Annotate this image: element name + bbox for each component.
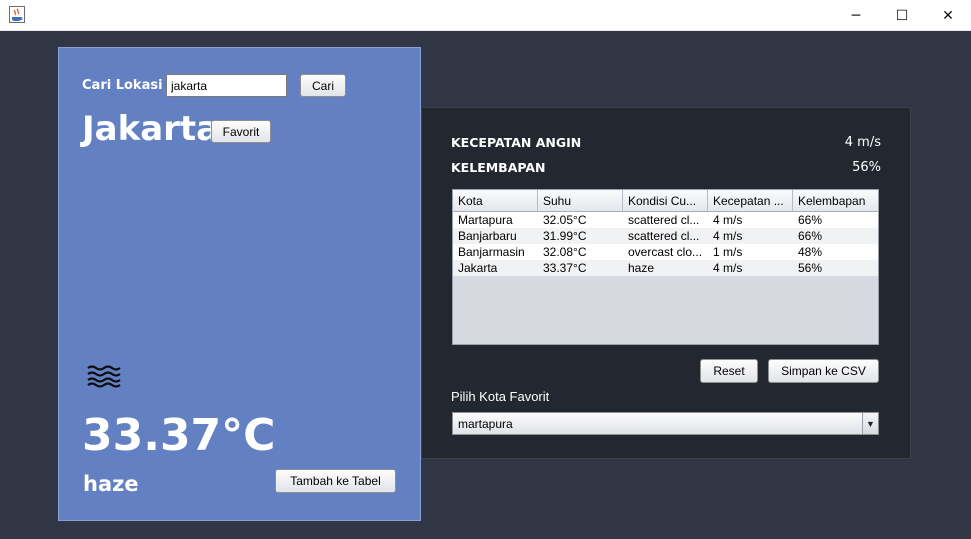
table-cell: 66% bbox=[798, 213, 823, 227]
table-row[interactable]: Jakarta 33.37°C haze 4 m/s 56% bbox=[453, 260, 878, 276]
table-row[interactable]: Banjarmasin 32.08°C overcast clo... 1 m/… bbox=[453, 244, 878, 260]
table-cell: scattered cl... bbox=[628, 229, 700, 243]
favorite-city-label: Pilih Kota Favorit bbox=[451, 389, 550, 404]
maximize-button[interactable]: ☐ bbox=[879, 0, 925, 31]
table-cell: 32.05°C bbox=[543, 213, 587, 227]
favorite-city-selected: martapura bbox=[458, 417, 513, 431]
table-cell: scattered cl... bbox=[628, 213, 700, 227]
table-row[interactable]: Martapura 32.05°C scattered cl... 4 m/s … bbox=[453, 212, 878, 228]
minimize-button[interactable]: ─ bbox=[833, 0, 879, 31]
chevron-down-icon[interactable]: ▼ bbox=[862, 413, 878, 434]
table-cell: 66% bbox=[798, 229, 823, 243]
reset-button[interactable]: Reset bbox=[700, 359, 758, 383]
table-cell: 56% bbox=[798, 261, 823, 275]
table-cell: 4 m/s bbox=[713, 261, 743, 275]
table-cell: 4 m/s bbox=[713, 213, 743, 227]
table-cell: Banjarmasin bbox=[458, 245, 525, 259]
add-to-table-button[interactable]: Tambah ke Tabel bbox=[275, 469, 396, 493]
table-cell: Banjarbaru bbox=[458, 229, 517, 243]
table-row[interactable]: Banjarbaru 31.99°C scattered cl... 4 m/s… bbox=[453, 228, 878, 244]
table-cell: Jakarta bbox=[458, 261, 498, 275]
wind-speed-value: 4 m/s bbox=[844, 135, 881, 150]
save-csv-button[interactable]: Simpan ke CSV bbox=[768, 359, 879, 383]
table-cell: 33.37°C bbox=[543, 261, 587, 275]
table-cell: Martapura bbox=[458, 213, 513, 227]
close-button[interactable]: ✕ bbox=[925, 0, 971, 31]
table-cell: 31.99°C bbox=[543, 229, 587, 243]
column-header-wind-speed[interactable]: Kecepatan ... bbox=[708, 190, 793, 212]
table-cell: haze bbox=[628, 261, 655, 275]
table-cell: 1 m/s bbox=[713, 245, 743, 259]
haze-icon bbox=[87, 365, 121, 388]
humidity-value: 56% bbox=[852, 160, 881, 175]
search-label: Cari Lokasi bbox=[82, 78, 163, 93]
title-bar: ─ ☐ ✕ bbox=[0, 0, 971, 31]
search-input[interactable] bbox=[166, 74, 287, 97]
column-header-condition[interactable]: Kondisi Cu... bbox=[623, 190, 708, 212]
java-app-icon bbox=[9, 6, 25, 23]
column-header-city[interactable]: Kota bbox=[453, 190, 538, 212]
wind-speed-label: KECEPATAN ANGIN bbox=[451, 135, 582, 150]
city-name: Jakarta bbox=[82, 109, 220, 149]
weather-condition: haze bbox=[83, 472, 139, 496]
favorite-button[interactable]: Favorit bbox=[211, 120, 271, 143]
table-cell: overcast clo... bbox=[628, 245, 703, 259]
column-header-humidity[interactable]: Kelembapan bbox=[793, 190, 878, 212]
table-cell: 32.08°C bbox=[543, 245, 587, 259]
table-header: Kota Suhu Kondisi Cu... Kecepatan ... Ke… bbox=[453, 190, 878, 212]
search-button[interactable]: Cari bbox=[300, 74, 346, 97]
weather-table[interactable]: Kota Suhu Kondisi Cu... Kecepatan ... Ke… bbox=[452, 189, 879, 345]
table-cell: 48% bbox=[798, 245, 823, 259]
favorite-city-select[interactable]: martapura ▼ bbox=[452, 412, 879, 435]
temperature-value: 33.37°C bbox=[82, 410, 276, 461]
humidity-label: KELEMBAPAN bbox=[451, 160, 546, 175]
column-header-temperature[interactable]: Suhu bbox=[538, 190, 623, 212]
table-cell: 4 m/s bbox=[713, 229, 743, 243]
